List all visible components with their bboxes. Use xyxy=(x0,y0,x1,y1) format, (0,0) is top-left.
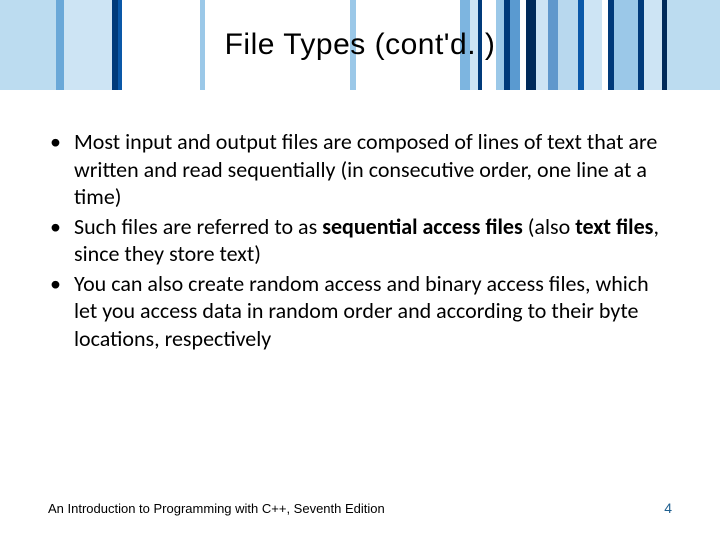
bullet-2: Such files are referred to as sequential… xyxy=(48,213,672,268)
bullet-2-bold-2: text files xyxy=(575,213,653,240)
content-area: Most input and output files are composed… xyxy=(48,128,672,354)
bullet-list: Most input and output files are composed… xyxy=(48,128,672,352)
footer-text: An Introduction to Programming with C++,… xyxy=(48,501,385,516)
bullet-2-text-a: Such files are referred to as xyxy=(74,213,322,240)
bullet-1: Most input and output files are composed… xyxy=(48,128,672,211)
bullet-3: You can also create random access and bi… xyxy=(48,270,672,353)
page-number: 4 xyxy=(664,500,672,516)
bullet-2-bold-1: sequential access files xyxy=(322,213,523,240)
slide-title: File Types (cont'd. ) xyxy=(0,0,720,90)
bullet-2-text-b: (also xyxy=(523,213,575,240)
